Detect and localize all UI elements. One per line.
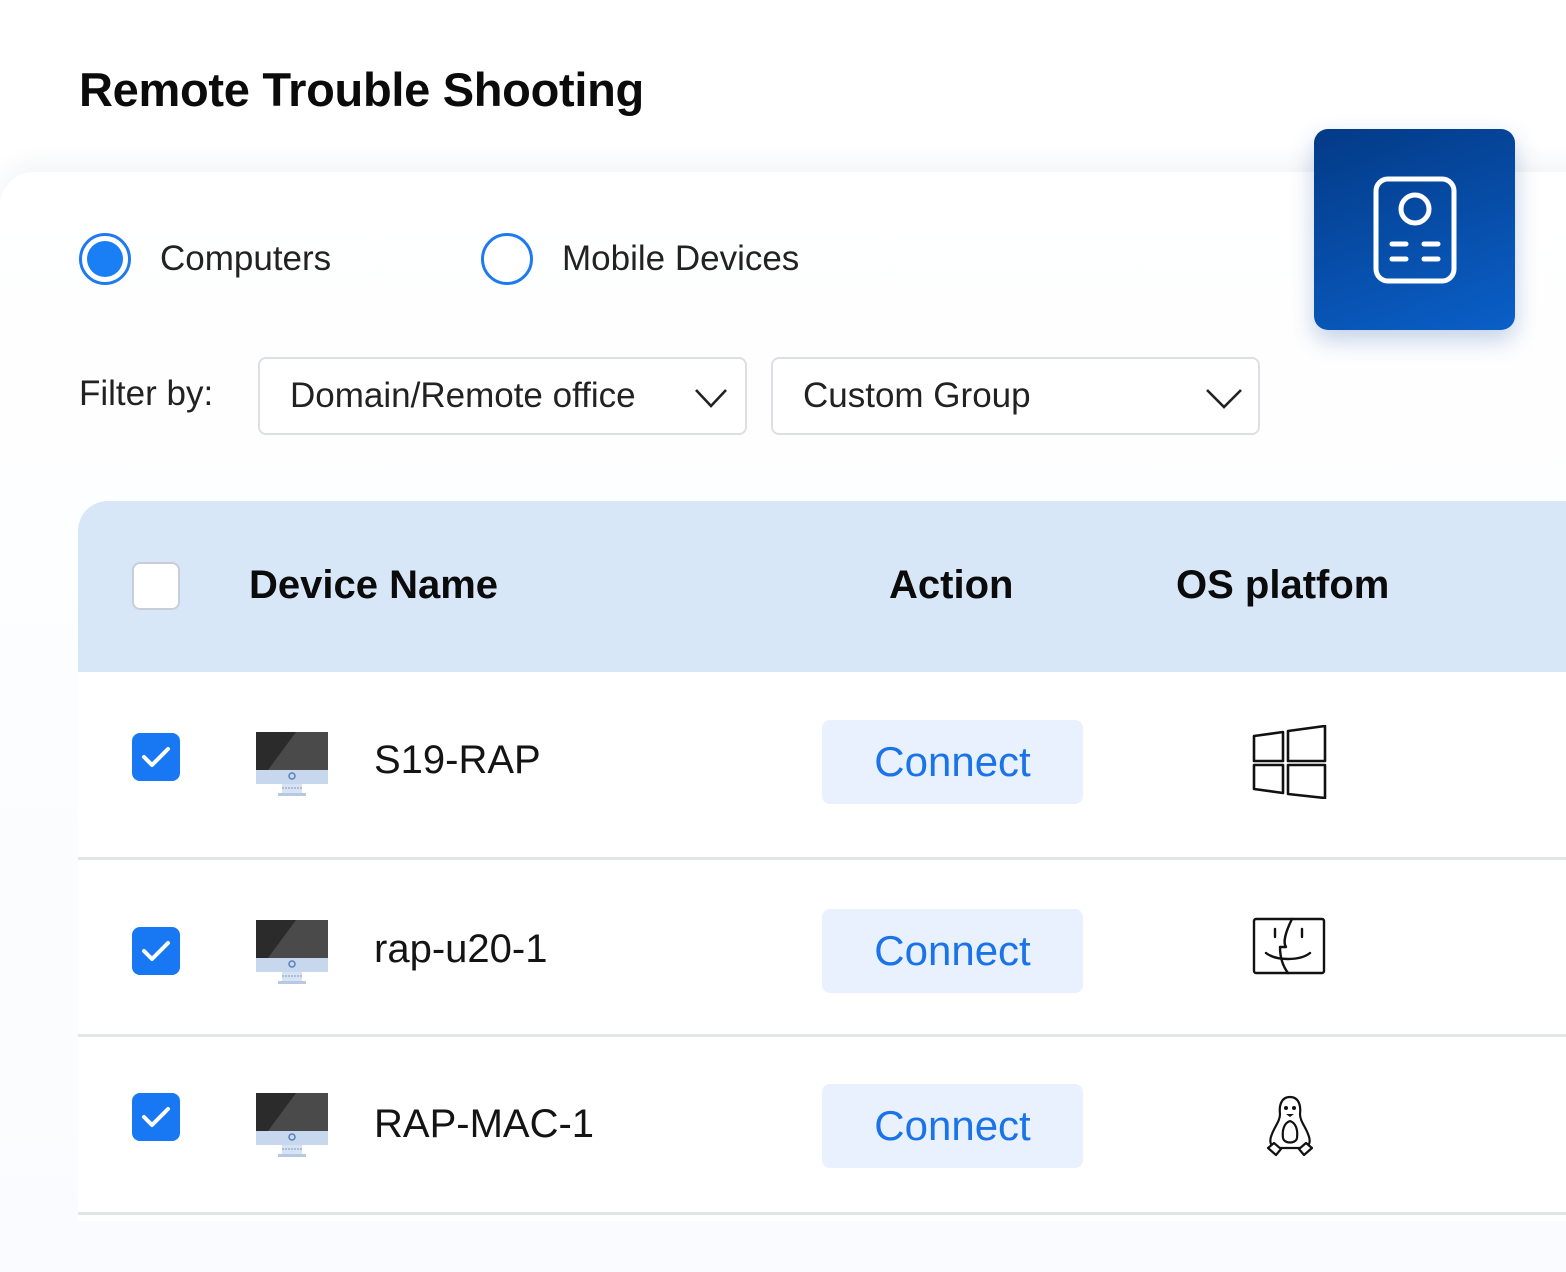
connect-button[interactable]: Connect: [822, 720, 1083, 804]
radio-button-selected[interactable]: [79, 233, 131, 285]
domain-filter-value: Domain/Remote office: [290, 376, 636, 415]
column-header-device-name: Device Name: [249, 563, 499, 607]
check-icon: [142, 1107, 170, 1127]
radio-mobile-devices[interactable]: Mobile Devices: [481, 233, 799, 285]
connect-button[interactable]: Connect: [822, 1084, 1083, 1168]
check-icon: [142, 941, 170, 961]
custom-group-value: Custom Group: [803, 376, 1031, 415]
table-row: RAP-MAC-1 Connect: [78, 1034, 1566, 1215]
mac-finder-icon: [1252, 917, 1326, 975]
radio-button[interactable]: [481, 233, 533, 285]
table-header: Device Name Action OS platfom: [78, 501, 1566, 672]
device-name[interactable]: RAP-MAC-1: [374, 1102, 594, 1147]
device-name[interactable]: rap-u20-1: [374, 927, 547, 972]
check-icon: [142, 747, 170, 767]
column-header-os-platform: OS platfom: [1176, 563, 1390, 607]
device-name[interactable]: S19-RAP: [374, 738, 541, 783]
windows-icon: [1252, 725, 1327, 799]
radio-label-computers: Computers: [160, 239, 332, 278]
table-row: S19-RAP Connect: [78, 672, 1566, 860]
domain-filter-select[interactable]: Domain/Remote office: [258, 357, 747, 435]
table-row: rap-u20-1 Connect: [78, 857, 1566, 1037]
radio-computers[interactable]: Computers: [79, 233, 331, 285]
chevron-down-icon: [1206, 389, 1242, 409]
filter-label: Filter by:: [79, 374, 214, 413]
devices-table: Device Name Action OS platfom S19-RAP Co…: [78, 501, 1566, 1221]
row-checkbox[interactable]: [132, 1093, 180, 1141]
monitor-icon: [256, 920, 328, 984]
remote-device-icon: [1373, 176, 1456, 283]
chevron-down-icon: [695, 389, 727, 408]
connect-button[interactable]: Connect: [822, 909, 1083, 993]
remote-device-badge: [1314, 129, 1515, 330]
custom-group-select[interactable]: Custom Group: [771, 357, 1260, 435]
select-all-checkbox[interactable]: [132, 562, 180, 610]
row-checkbox[interactable]: [132, 927, 180, 975]
column-header-action: Action: [889, 563, 1014, 607]
monitor-icon: [256, 732, 328, 796]
row-checkbox[interactable]: [132, 733, 180, 781]
radio-label-mobile-devices: Mobile Devices: [562, 239, 800, 278]
linux-tux-icon: [1266, 1095, 1314, 1157]
monitor-icon: [256, 1093, 328, 1157]
page-title: Remote Trouble Shooting: [79, 63, 644, 116]
